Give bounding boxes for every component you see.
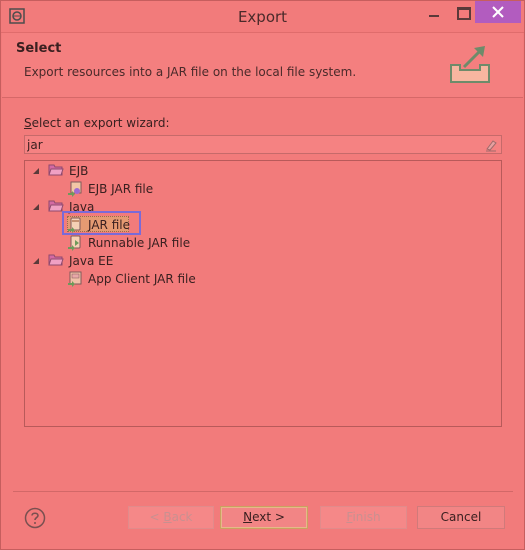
- wizard-banner: Select Export resources into a JAR file …: [2, 33, 523, 98]
- footer-separator: [13, 491, 513, 492]
- filter-input[interactable]: [27, 137, 467, 152]
- back-arrow-text: <: [149, 510, 164, 524]
- tree-node-label: EJB: [69, 164, 89, 178]
- tree-node-label: Java EE: [69, 254, 114, 268]
- wizard-tree[interactable]: EJB EJB JAR file Java JAR file Runnable …: [24, 160, 502, 427]
- label-text: elect an export wizard:: [31, 116, 170, 130]
- cancel-label: Cancel: [440, 510, 482, 524]
- expand-arrow-icon[interactable]: [33, 258, 40, 265]
- folder-icon: [48, 200, 64, 212]
- next-mnemonic: N: [243, 510, 253, 524]
- folder-icon: [48, 254, 64, 266]
- export-wizard-icon: [450, 46, 490, 83]
- app-client-jar-icon: [68, 271, 82, 287]
- title-bar[interactable]: Export: [1, 1, 524, 33]
- expand-arrow-icon[interactable]: [33, 168, 40, 175]
- ejb-jar-icon: [68, 181, 82, 197]
- expand-arrow-icon[interactable]: [33, 204, 40, 211]
- tree-node-label: JAR file: [88, 218, 130, 232]
- back-mnemonic: B: [163, 510, 172, 524]
- cancel-button[interactable]: Cancel: [417, 506, 505, 529]
- help-icon[interactable]: [24, 507, 46, 529]
- tree-node-label: Java: [69, 200, 95, 214]
- page-title: Select: [16, 41, 62, 56]
- folder-icon: [48, 164, 64, 176]
- tree-node-label: EJB JAR file: [88, 182, 154, 196]
- close-button[interactable]: [475, 1, 521, 23]
- clear-filter-icon[interactable]: [484, 138, 498, 152]
- export-dialog: Export Select Export resources into a JA…: [0, 0, 525, 550]
- next-label: ext >: [252, 510, 285, 524]
- export-wizard-label: Select an export wizard:: [24, 116, 169, 130]
- finish-label: inish: [352, 510, 381, 524]
- close-icon: [492, 6, 504, 18]
- back-button[interactable]: < Back: [128, 506, 214, 529]
- finish-button[interactable]: Finish: [320, 506, 407, 529]
- next-button[interactable]: Next >: [220, 506, 308, 529]
- back-label: ack: [171, 510, 193, 524]
- tree-node-label: Runnable JAR file: [88, 236, 191, 250]
- minimize-button[interactable]: [419, 1, 449, 32]
- label-mnemonic: S: [24, 116, 32, 130]
- runnable-jar-icon: [68, 235, 81, 251]
- tree-node-label: App Client JAR file: [88, 272, 196, 286]
- filter-field[interactable]: [24, 135, 502, 154]
- jar-file-icon: [68, 217, 81, 233]
- page-description: Export resources into a JAR file on the …: [24, 65, 357, 79]
